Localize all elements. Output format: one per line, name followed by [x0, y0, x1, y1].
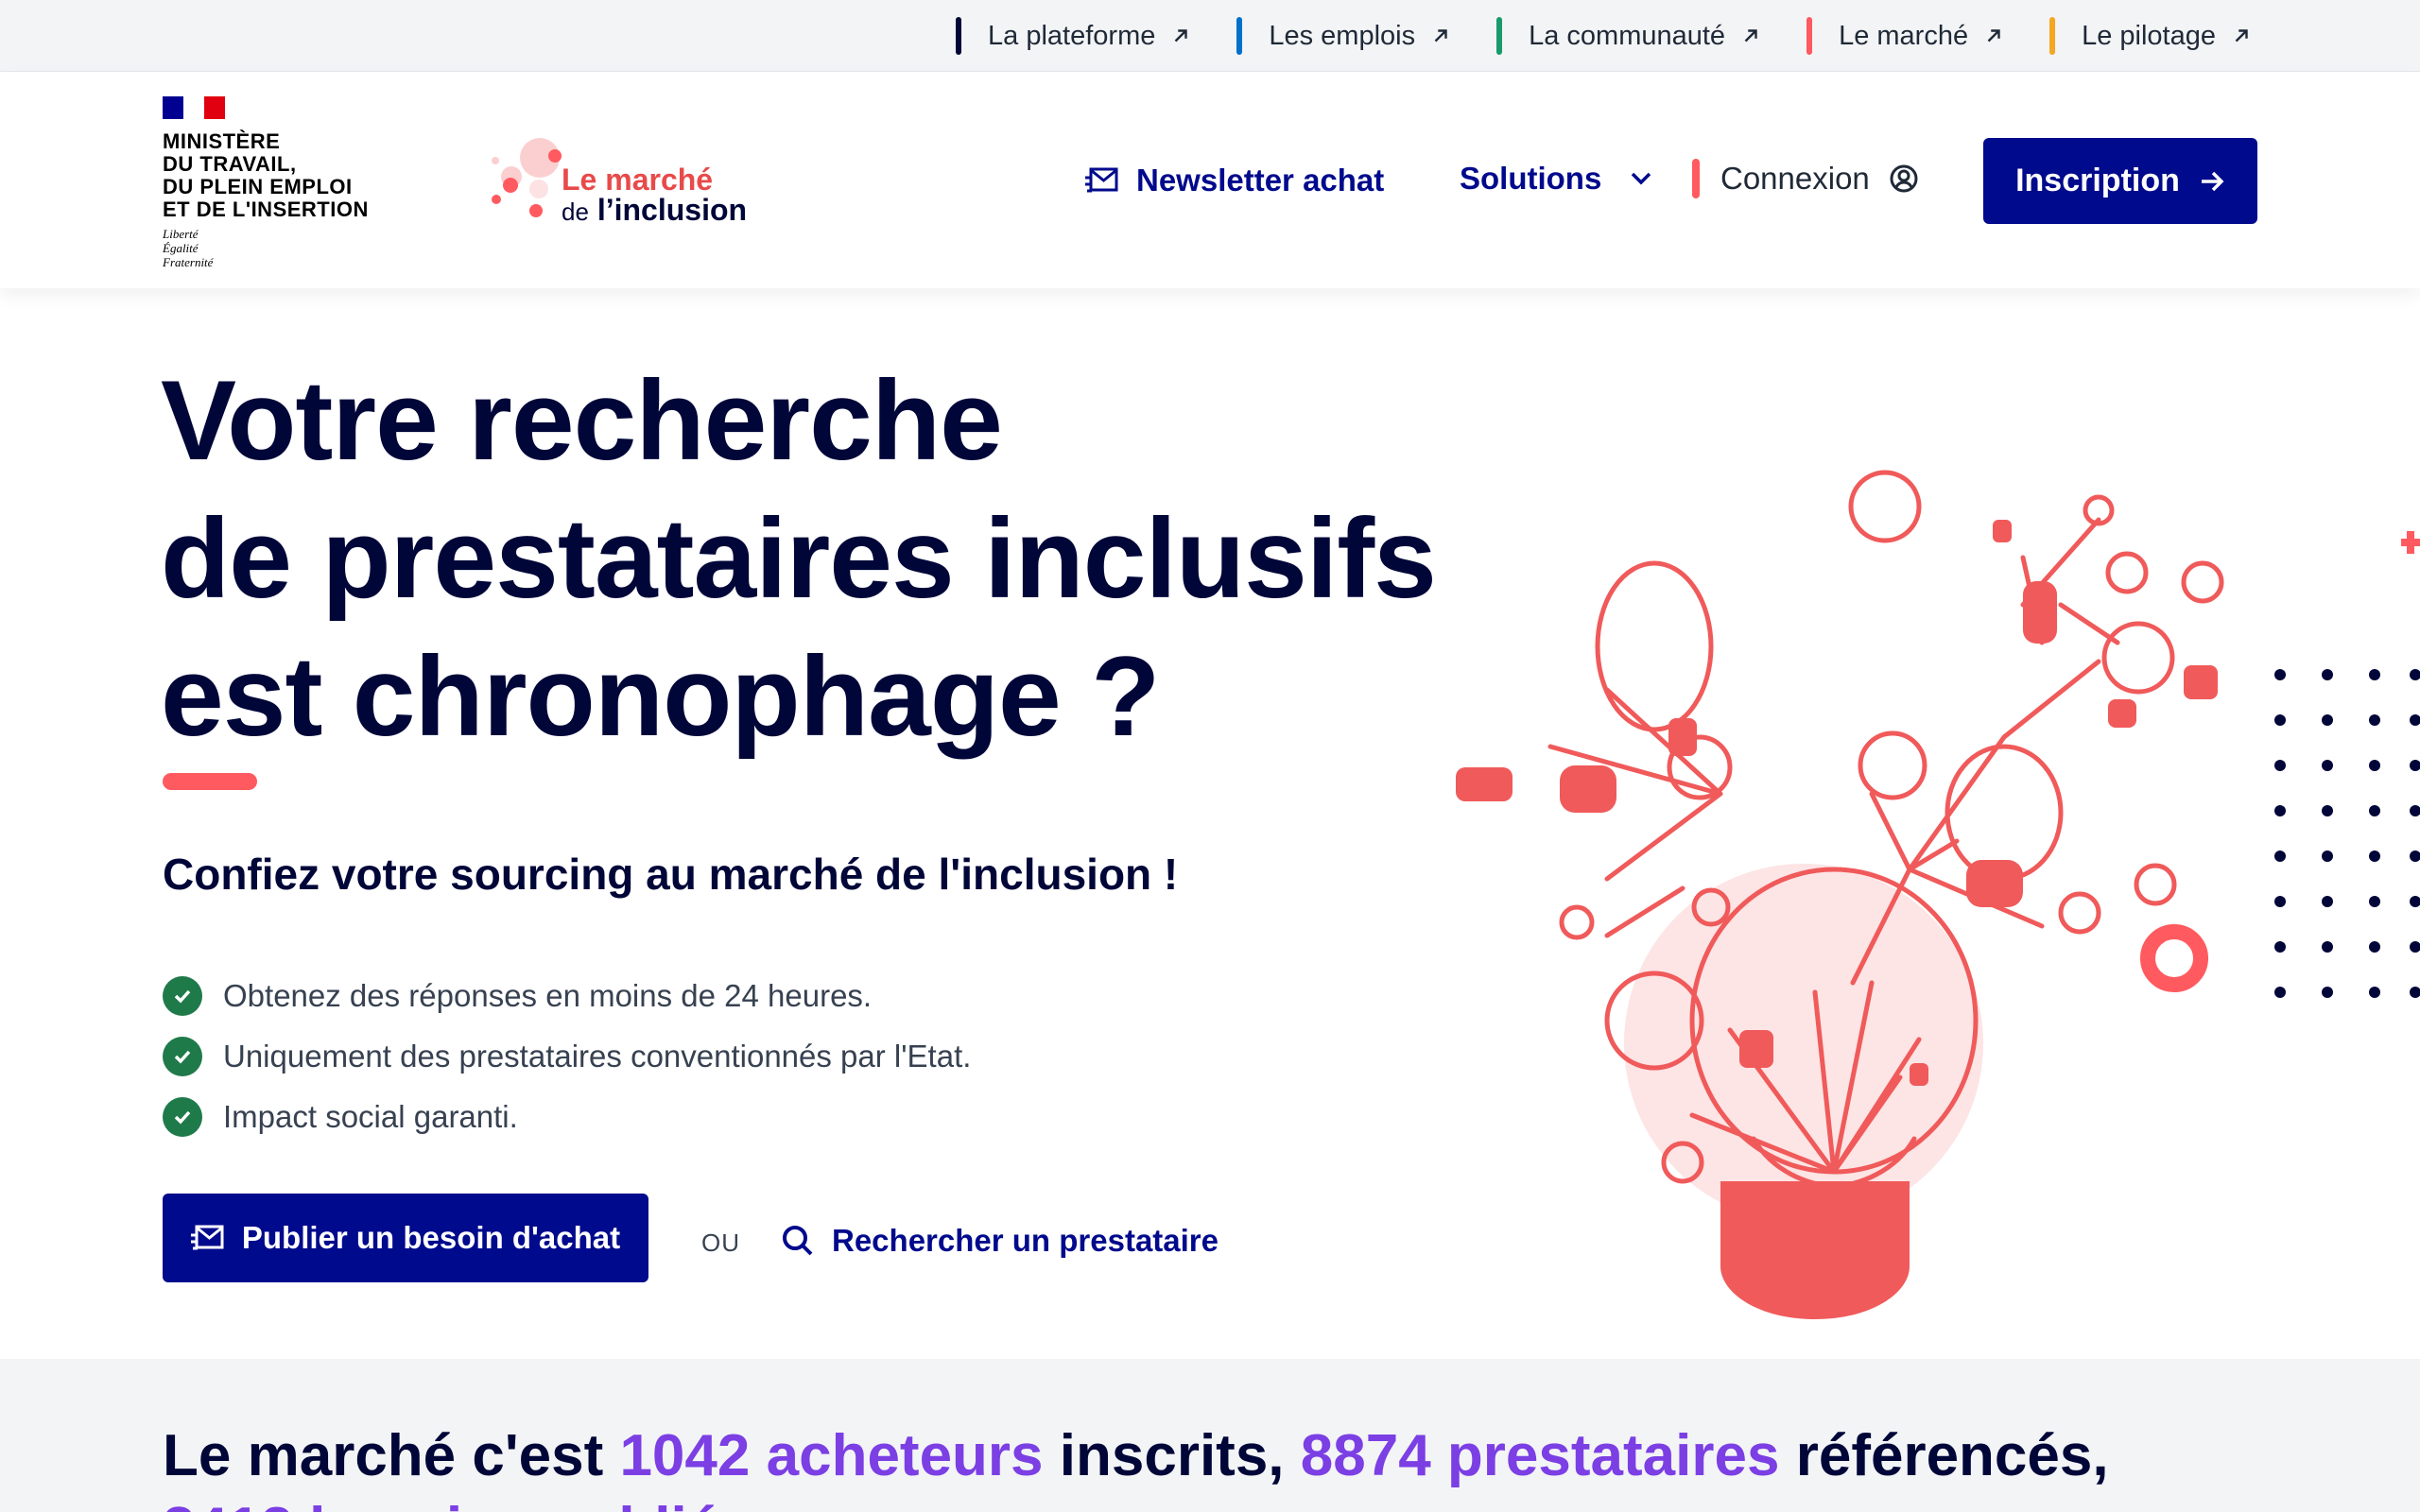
check-circle-icon — [163, 1037, 202, 1076]
toplink-label: Le pilotage — [2082, 20, 2216, 51]
french-flag-icon — [163, 96, 225, 119]
stats-line: Le marché c'est 1042 acheteurs inscrits,… — [163, 1422, 2109, 1489]
external-arrow-icon — [1744, 29, 1757, 43]
chevron-down-icon — [1632, 172, 1651, 185]
top-bar: La plateforme Les emplois La communauté … — [0, 0, 2420, 72]
ministry-logo[interactable]: MINISTÈRE DU TRAVAIL, DU PLEIN EMPLOI ET… — [163, 96, 369, 269]
ecosystem-links: La plateforme Les emplois La communauté … — [956, 0, 2252, 72]
benefit-text: Impact social garanti. — [223, 1099, 518, 1134]
stats-providers: 8874 prestataires — [1300, 1423, 1780, 1488]
stats-text: inscrits, — [1059, 1423, 1285, 1488]
nav-solutions-dropdown[interactable]: Solutions — [1460, 150, 1652, 207]
arrow-right-icon — [2201, 171, 2224, 191]
toplink-communaute[interactable]: La communauté — [1496, 17, 1761, 55]
mail-send-icon — [190, 1225, 224, 1250]
or-separator: OU — [701, 1228, 740, 1257]
toplink-marche[interactable]: Le marché — [1806, 17, 2004, 55]
benefit-item: Impact social garanti. — [163, 1087, 971, 1147]
benefit-text: Uniquement des prestataires conventionné… — [223, 1039, 972, 1074]
publish-need-button[interactable]: Publier un besoin d'achat — [163, 1194, 648, 1282]
ring-decoration — [2140, 924, 2208, 992]
republic-motto: Liberté Égalité Fraternité — [163, 227, 214, 269]
stats-line-2: 3412 besoins publiés — [163, 1495, 752, 1512]
toplink-bar — [1236, 17, 1243, 55]
connexion-accent-bar — [1692, 159, 1700, 198]
nav-newsletter-link[interactable]: Newsletter achat — [1085, 152, 1384, 209]
brand-line-2: de l’inclusion — [562, 193, 748, 227]
nav-connexion-label: Connexion — [1720, 161, 1870, 196]
nav-newsletter-label: Newsletter achat — [1136, 163, 1385, 198]
search-provider-label: Rechercher un prestataire — [832, 1223, 1219, 1258]
toplink-pilotage[interactable]: Le pilotage — [2049, 17, 2252, 55]
lightbulbs-illustration — [1456, 470, 2420, 1319]
benefit-item: Uniquement des prestataires conventionné… — [163, 1026, 971, 1087]
hero-title: Votre recherche de prestataires inclusif… — [161, 357, 1437, 760]
check-circle-icon — [163, 976, 202, 1016]
toplink-label: La plateforme — [988, 20, 1156, 51]
external-arrow-icon — [2235, 29, 2248, 43]
inscription-button[interactable]: Inscription — [1983, 138, 2257, 224]
external-arrow-icon — [1434, 29, 1447, 43]
hero-subtitle: Confiez votre sourcing au marché de l'in… — [163, 850, 1179, 899]
check-circle-icon — [163, 1097, 202, 1137]
nav-solutions-label: Solutions — [1460, 161, 1602, 196]
title-accent-underline — [163, 773, 257, 790]
external-arrow-icon — [1175, 29, 1188, 43]
publish-need-label: Publier un besoin d'achat — [241, 1220, 621, 1255]
stats-prefix: Le marché c'est — [163, 1423, 604, 1488]
toplink-plateforme[interactable]: La plateforme — [956, 17, 1191, 55]
toplink-label: Les emplois — [1269, 20, 1416, 51]
toplink-emplois[interactable]: Les emplois — [1236, 17, 1451, 55]
stats-text: référencés, — [1795, 1423, 2109, 1488]
toplink-label: Le marché — [1839, 20, 1969, 51]
mail-send-icon — [1085, 167, 1118, 193]
ministry-name: MINISTÈRE DU TRAVAIL, DU PLEIN EMPLOI ET… — [163, 129, 369, 221]
search-provider-link[interactable]: Rechercher un prestataire — [781, 1223, 1219, 1259]
external-arrow-icon — [1987, 29, 2000, 43]
benefit-text: Obtenez des réponses en moins de 24 heur… — [223, 978, 873, 1013]
plus-decoration — [2401, 531, 2420, 554]
benefits-list: Obtenez des réponses en moins de 24 heur… — [163, 966, 971, 1147]
toplink-bar — [1496, 17, 1503, 55]
benefit-item: Obtenez des réponses en moins de 24 heur… — [163, 966, 971, 1026]
user-circle-icon — [1890, 164, 1918, 193]
search-icon — [783, 1226, 813, 1256]
nav-connexion-link[interactable]: Connexion — [1692, 150, 1919, 207]
toplink-bar — [2049, 17, 2056, 55]
toplink-bar — [956, 17, 962, 55]
toplink-bar — [1806, 17, 1813, 55]
inscription-label: Inscription — [2015, 163, 2180, 198]
dot-grid-decoration — [2274, 669, 2420, 998]
stats-buyers: 1042 acheteurs — [619, 1423, 1044, 1488]
toplink-label: La communauté — [1529, 20, 1726, 51]
